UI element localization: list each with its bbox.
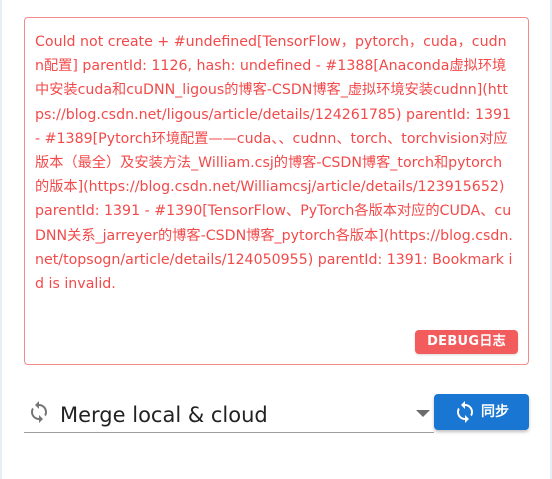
sync-button[interactable]: 同步 [434,394,529,430]
dropdown-arrow-icon [416,410,430,417]
sync-mode-select[interactable]: Merge local & cloud [24,396,434,433]
sync-icon [27,400,51,424]
sync-panel: Could not create + #undefined[TensorFlow… [0,0,552,479]
sync-icon [453,400,477,424]
sync-controls: Merge local & cloud 同步 [24,390,529,436]
debug-log-button[interactable]: DEBUG日志 [415,330,518,354]
sync-button-label: 同步 [481,404,509,420]
error-message: Could not create + #undefined[TensorFlow… [35,34,516,293]
error-panel: Could not create + #undefined[TensorFlow… [24,17,529,365]
sync-mode-value: Merge local & cloud [60,403,268,427]
